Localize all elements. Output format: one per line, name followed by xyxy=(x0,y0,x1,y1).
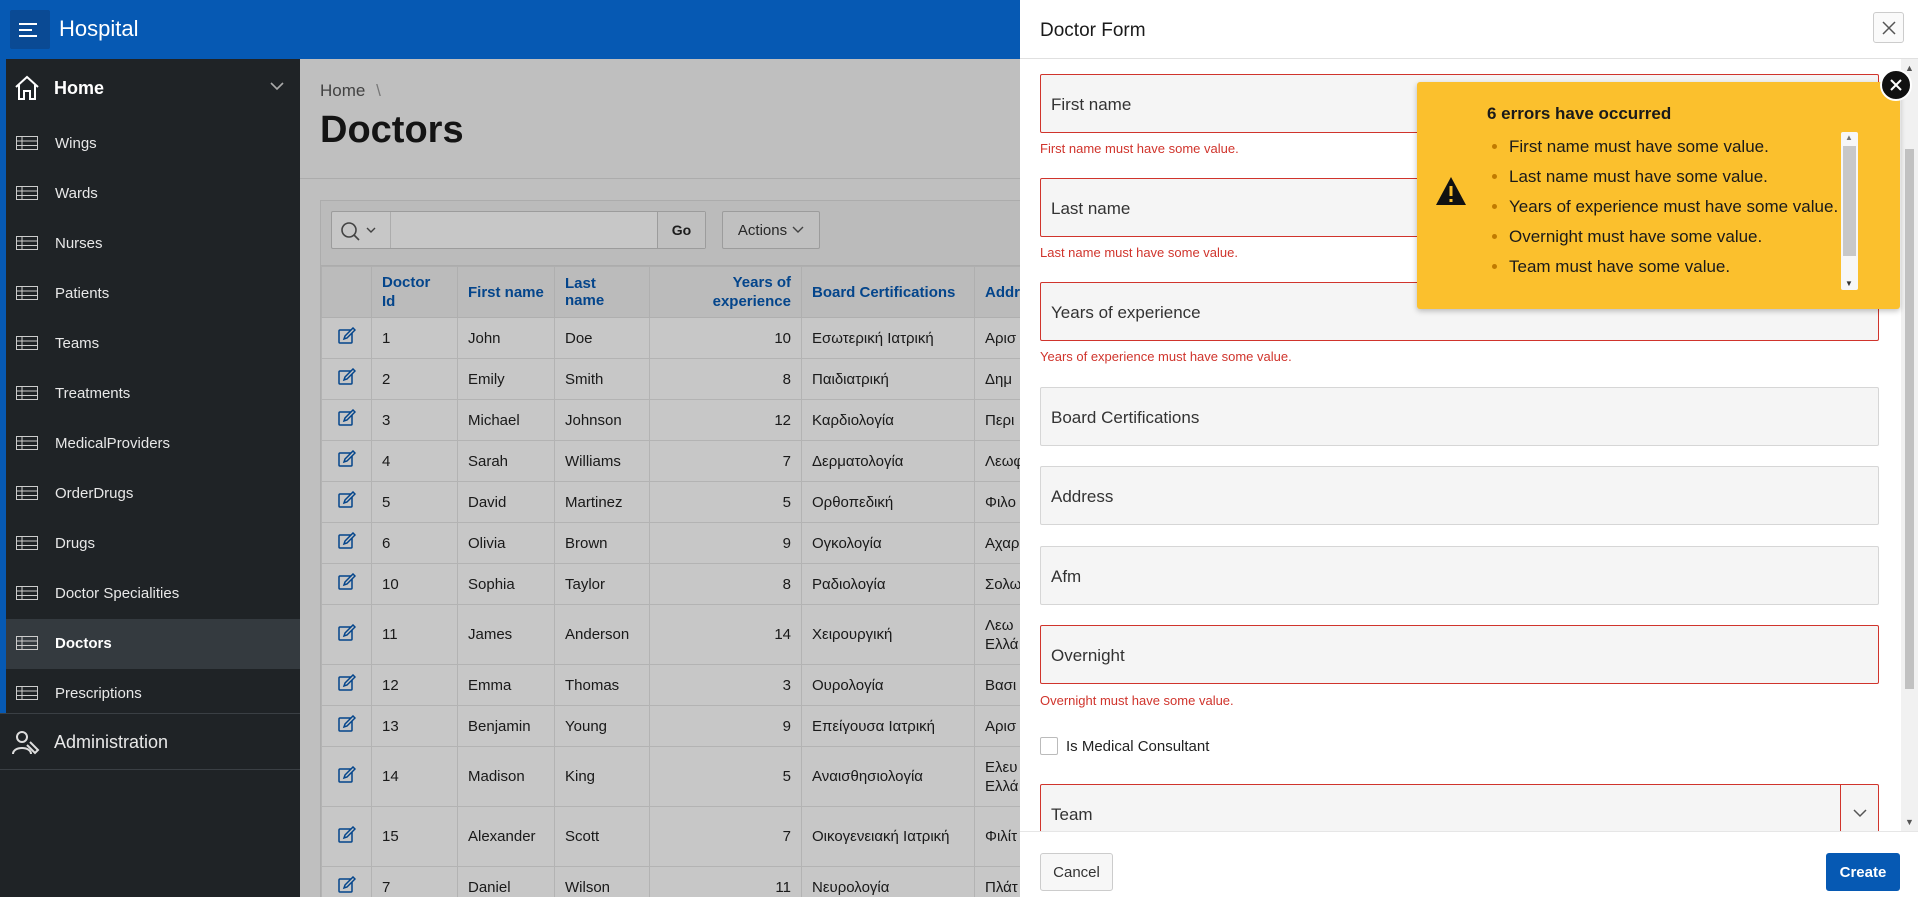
sidebar-item-label: Wards xyxy=(55,185,98,202)
sidebar-item-medicalproviders[interactable]: MedicalProviders xyxy=(6,419,300,469)
notification-title: 6 errors have occurred xyxy=(1487,104,1672,123)
field-label: Afm xyxy=(1051,567,1082,586)
table-icon xyxy=(16,436,38,450)
sidebar-nav: Home Wings Wards Nurses Patients Teams Treatm… xyxy=(0,59,300,897)
menu-toggle-button[interactable] xyxy=(10,10,50,49)
sidebar-item-label: Treatments xyxy=(55,385,131,402)
create-button[interactable]: Create xyxy=(1826,853,1900,891)
error-list: First name must have some value.Last nam… xyxy=(1487,132,1837,282)
table-icon xyxy=(16,286,38,300)
dialog-header: Doctor Form xyxy=(1020,0,1918,59)
sidebar-item-label: Doctors xyxy=(55,635,112,652)
field-label: Board Certifications xyxy=(1051,408,1200,427)
table-icon xyxy=(16,136,38,150)
table-icon xyxy=(16,486,38,500)
app-title[interactable]: Hospital xyxy=(59,16,138,42)
dialog-footer: Cancel Create xyxy=(1020,831,1918,897)
error-notification: 6 errors have occurred First name must h… xyxy=(1417,82,1900,309)
sidebar-item-label: Home xyxy=(54,78,105,98)
cancel-button[interactable]: Cancel xyxy=(1040,853,1113,891)
notification-close-button[interactable] xyxy=(1880,69,1912,101)
sidebar-item-label: MedicalProviders xyxy=(55,435,171,452)
sidebar-item-label: Prescriptions xyxy=(55,685,142,702)
team-select[interactable]: Team xyxy=(1040,784,1879,831)
modal-backdrop[interactable] xyxy=(300,59,1020,897)
sidebar-item-prescriptions[interactable]: Prescriptions xyxy=(6,669,300,719)
team-select-toggle[interactable] xyxy=(1840,785,1878,831)
first-name-error: First name must have some value. xyxy=(1040,141,1239,156)
field-label: Last name xyxy=(1051,199,1131,218)
hamburger-icon xyxy=(19,22,37,37)
table-icon xyxy=(16,686,38,700)
overnight-error: Overnight must have some value. xyxy=(1040,693,1234,708)
overnight-field[interactable]: Overnight xyxy=(1040,625,1879,684)
table-icon xyxy=(16,336,38,350)
close-icon xyxy=(1881,20,1896,35)
table-icon xyxy=(16,586,38,600)
checkbox-box[interactable] xyxy=(1040,737,1058,755)
field-label: First name xyxy=(1051,95,1132,114)
table-icon xyxy=(16,636,38,650)
scroll-up-arrow[interactable]: ▲ xyxy=(1905,63,1914,73)
error-list-item: Years of experience must have some value… xyxy=(1509,192,1837,222)
close-icon xyxy=(1890,79,1902,91)
sidebar-item-treatments[interactable]: Treatments xyxy=(6,369,300,419)
sidebar-item-wards[interactable]: Wards xyxy=(6,169,300,219)
field-label: Years of experience xyxy=(1051,303,1201,322)
notification-scrollbar[interactable]: ▲ ▼ xyxy=(1841,132,1858,290)
sidebar-item-doctor-specialities[interactable]: Doctor Specialities xyxy=(6,569,300,619)
table-icon xyxy=(16,186,38,200)
scroll-down-arrow[interactable]: ▼ xyxy=(1845,279,1853,288)
table-icon xyxy=(16,236,38,250)
home-icon xyxy=(15,75,39,100)
scroll-up-arrow[interactable]: ▲ xyxy=(1845,133,1853,142)
scrollbar-thumb[interactable] xyxy=(1905,149,1914,689)
last-name-error: Last name must have some value. xyxy=(1040,245,1238,260)
table-icon xyxy=(16,386,38,400)
scroll-down-arrow[interactable]: ▼ xyxy=(1905,817,1914,827)
sidebar-item-home[interactable]: Home xyxy=(0,59,300,119)
sidebar-item-label: Drugs xyxy=(55,535,96,552)
sidebar-item-administration[interactable]: Administration xyxy=(0,713,300,770)
field-label: Team xyxy=(1051,805,1093,824)
sidebar-item-label: Wings xyxy=(55,135,97,152)
board-certifications-field[interactable]: Board Certifications xyxy=(1040,387,1879,446)
dialog-scrollbar[interactable]: ▲ ▼ xyxy=(1901,59,1918,831)
sidebar-item-wings[interactable]: Wings xyxy=(6,119,300,169)
table-icon xyxy=(16,536,38,550)
sidebar-item-label: Nurses xyxy=(55,235,103,252)
field-label: Address xyxy=(1051,487,1114,506)
sidebar-item-label: Administration xyxy=(54,732,169,752)
error-list-item: Last name must have some value. xyxy=(1509,162,1837,192)
sidebar-item-label: Doctor Specialities xyxy=(55,585,180,602)
error-list-item: First name must have some value. xyxy=(1509,132,1837,162)
sidebar-item-label: Patients xyxy=(55,285,110,302)
sidebar-item-teams[interactable]: Teams xyxy=(6,319,300,369)
years-of-experience-error: Years of experience must have some value… xyxy=(1040,349,1292,364)
sidebar-item-drugs[interactable]: Drugs xyxy=(6,519,300,569)
warning-icon xyxy=(1436,177,1466,205)
address-field[interactable]: Address xyxy=(1040,466,1879,525)
sidebar-item-doctors[interactable]: Doctors xyxy=(6,619,300,669)
sidebar-item-patients[interactable]: Patients xyxy=(6,269,300,319)
chevron-down-icon[interactable] xyxy=(270,81,284,91)
afm-field[interactable]: Afm xyxy=(1040,546,1879,605)
error-list-item: Overnight must have some value. xyxy=(1509,222,1837,252)
scrollbar-thumb[interactable] xyxy=(1843,146,1856,256)
is-medical-consultant-checkbox[interactable]: Is Medical Consultant xyxy=(1040,737,1209,755)
field-label: Overnight xyxy=(1051,646,1125,665)
sidebar-item-orderdrugs[interactable]: OrderDrugs xyxy=(6,469,300,519)
sidebar-item-label: Teams xyxy=(55,335,100,352)
dialog-close-button[interactable] xyxy=(1873,12,1904,43)
checkbox-label: Is Medical Consultant xyxy=(1066,737,1210,755)
error-list-item: Team must have some value. xyxy=(1509,252,1837,282)
sidebar-item-label: OrderDrugs xyxy=(55,485,134,502)
dialog-title: Doctor Form xyxy=(1040,20,1146,41)
sidebar-item-nurses[interactable]: Nurses xyxy=(6,219,300,269)
chevron-down-icon xyxy=(1852,809,1867,818)
user-wrench-icon xyxy=(12,731,40,755)
